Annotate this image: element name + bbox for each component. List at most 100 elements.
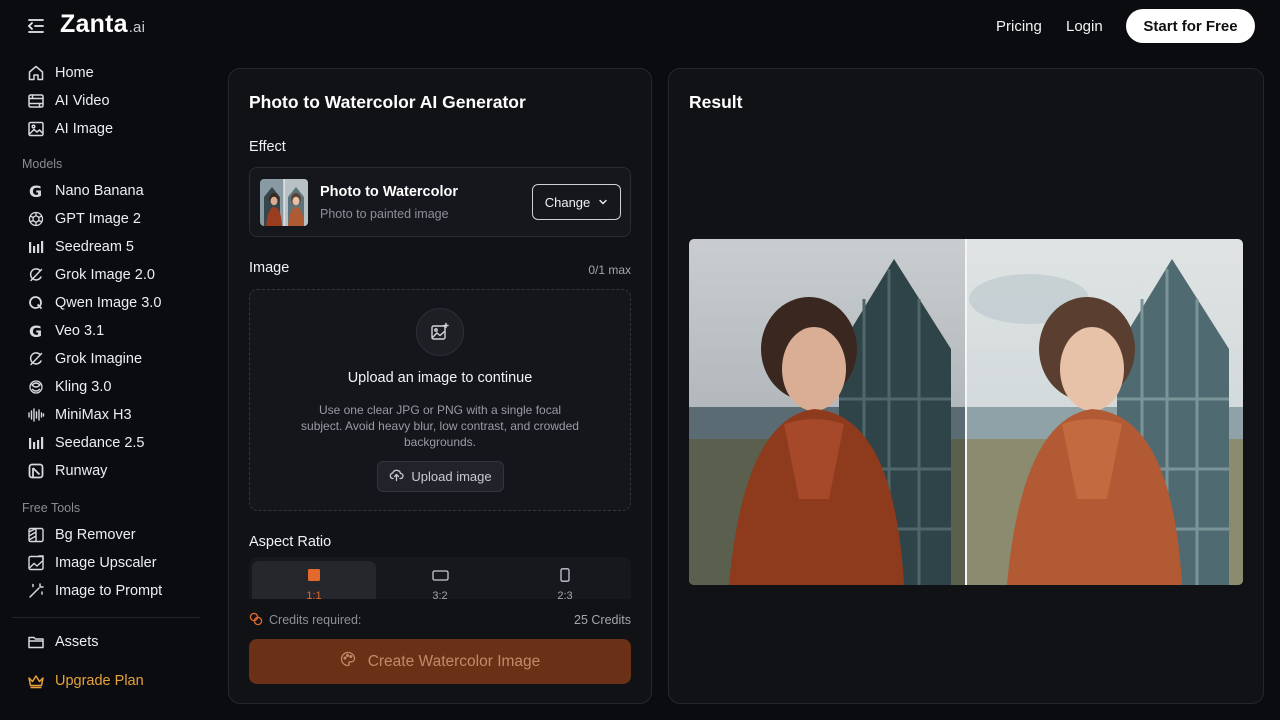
sidebar-item-label: Home: [55, 65, 94, 81]
kling-icon: [25, 376, 47, 398]
sidebar-item-ai-image[interactable]: AI Image: [12, 116, 200, 142]
grok-icon: [25, 264, 47, 286]
change-button-label: Change: [544, 194, 591, 210]
sidebar-item-label: Veo 3.1: [55, 323, 105, 339]
landscape-ratio-icon: [431, 568, 449, 587]
bg-remover-icon: [25, 524, 47, 546]
ratio-option-3-2[interactable]: 3:2: [378, 561, 502, 599]
square-ratio-icon: [307, 568, 321, 587]
sidebar-item-upgrade-plan[interactable]: Upgrade Plan: [12, 668, 200, 694]
sidebar-item-home[interactable]: Home: [12, 60, 200, 86]
sidebar-item-label: Grok Image 2.0: [55, 267, 155, 283]
nav-login-link[interactable]: Login: [1066, 18, 1103, 35]
sidebar-item-grok-image[interactable]: Grok Image 2.0: [12, 262, 200, 288]
logo-text: Zanta: [60, 10, 128, 38]
sidebar-item-gpt-image-2[interactable]: GPT Image 2: [12, 206, 200, 232]
effect-label: Effect: [249, 139, 286, 155]
sidebar-item-label: Assets: [55, 634, 99, 650]
bars-icon: [25, 236, 47, 258]
upscaler-icon: [25, 552, 47, 574]
video-icon: [25, 90, 47, 112]
cloud-upload-icon: [389, 468, 405, 485]
upload-description: Use one clear JPG or PNG with a single f…: [301, 403, 579, 449]
sidebar-item-bg-remover[interactable]: Bg Remover: [12, 522, 200, 548]
ratio-label: 1:1: [306, 590, 322, 599]
sidebar-item-label: Qwen Image 3.0: [55, 295, 162, 311]
credits-value: 25 Credits: [574, 613, 631, 627]
sidebar-item-seedance[interactable]: Seedance 2.5: [12, 430, 200, 456]
openai-icon: [25, 208, 47, 230]
logo-suffix: .ai: [128, 19, 146, 36]
crown-icon: [25, 670, 47, 692]
result-panel: Result: [668, 68, 1264, 704]
image-icon: [25, 118, 47, 140]
ratio-option-1-1[interactable]: 1:1: [252, 561, 376, 599]
grok-icon: [25, 348, 47, 370]
effect-thumbnail: [260, 179, 308, 226]
palette-icon: [340, 651, 356, 672]
create-button-label: Create Watercolor Image: [367, 652, 541, 670]
result-comparison-image: [689, 239, 1243, 585]
qwen-icon: [25, 292, 47, 314]
image-count: 0/1 max: [588, 263, 631, 277]
ratio-option-2-3[interactable]: 2:3: [503, 561, 627, 599]
nav-pricing-link[interactable]: Pricing: [996, 18, 1042, 35]
logo[interactable]: Zanta.ai: [60, 10, 145, 39]
sidebar-item-seedream-5[interactable]: Seedream 5: [12, 234, 200, 260]
sidebar-item-label: Image Upscaler: [55, 555, 157, 571]
effect-name: Photo to Watercolor: [320, 184, 459, 200]
change-effect-button[interactable]: Change: [532, 184, 621, 220]
sidebar-item-label: Runway: [55, 463, 108, 479]
sidebar-item-label: AI Image: [55, 121, 114, 137]
sidebar-item-ai-video[interactable]: AI Video: [12, 88, 200, 114]
generator-title: Photo to Watercolor AI Generator: [249, 92, 526, 112]
models-section-title: Models: [22, 157, 63, 171]
bars-icon: [25, 432, 47, 454]
sidebar-item-image-to-prompt[interactable]: Image to Prompt: [12, 578, 200, 604]
effect-card: Photo to Watercolor Photo to painted ima…: [249, 167, 631, 237]
effect-description: Photo to painted image: [320, 207, 449, 221]
sidebar-item-label: Seedance 2.5: [55, 435, 145, 451]
sidebar-item-veo[interactable]: G Veo 3.1: [12, 318, 200, 344]
sidebar-item-image-upscaler[interactable]: Image Upscaler: [12, 550, 200, 576]
image-label: Image: [249, 260, 290, 276]
sidebar-item-runway[interactable]: Runway: [12, 458, 200, 484]
aspect-ratio-selector: 1:1 3:2 2:3: [249, 557, 631, 599]
home-icon: [25, 62, 47, 84]
aspect-ratio-label: Aspect Ratio: [249, 534, 332, 550]
waveform-icon: [25, 404, 47, 426]
top-header: Zanta.ai Pricing Login Start for Free: [0, 0, 1280, 52]
sidebar-item-assets[interactable]: Assets: [12, 629, 200, 655]
ratio-label: 2:3: [557, 590, 573, 599]
sidebar-item-nano-banana[interactable]: G Nano Banana: [12, 178, 200, 204]
upload-dropzone[interactable]: Upload an image to continue Use one clea…: [249, 289, 631, 511]
upload-title: Upload an image to continue: [347, 370, 533, 386]
runway-icon: [25, 460, 47, 482]
sidebar-item-grok-imagine[interactable]: Grok Imagine: [12, 346, 200, 372]
portrait-ratio-icon: [558, 568, 572, 587]
generator-panel: Photo to Watercolor AI Generator Effect …: [228, 68, 652, 704]
create-watercolor-button[interactable]: Create Watercolor Image: [249, 639, 631, 684]
sidebar-item-kling[interactable]: Kling 3.0: [12, 374, 200, 400]
sidebar-item-qwen-image[interactable]: Qwen Image 3.0: [12, 290, 200, 316]
credits-icon: [249, 612, 263, 631]
ratio-label: 3:2: [432, 590, 448, 599]
add-image-icon: [416, 308, 464, 356]
sidebar-item-label: AI Video: [55, 93, 110, 109]
google-g-icon: G: [25, 320, 47, 342]
collapse-menu-icon[interactable]: [26, 16, 46, 36]
result-title: Result: [689, 92, 743, 112]
folder-icon: [25, 631, 47, 653]
sidebar-item-label: MiniMax H3: [55, 407, 132, 423]
sidebar-item-label: Bg Remover: [55, 527, 136, 543]
sidebar-item-label: Nano Banana: [55, 183, 144, 199]
sidebar: Home AI Video AI Image Models G Nano Ban…: [0, 60, 210, 720]
credits-row: Credits required: 25 Credits: [249, 612, 631, 628]
free-tools-section-title: Free Tools: [22, 501, 81, 515]
credits-label: Credits required:: [269, 613, 362, 627]
start-for-free-button[interactable]: Start for Free: [1126, 9, 1255, 43]
magic-wand-icon: [25, 580, 47, 602]
sidebar-item-minimax[interactable]: MiniMax H3: [12, 402, 200, 428]
upload-image-button[interactable]: Upload image: [377, 461, 504, 492]
sidebar-item-label: Seedream 5: [55, 239, 134, 255]
